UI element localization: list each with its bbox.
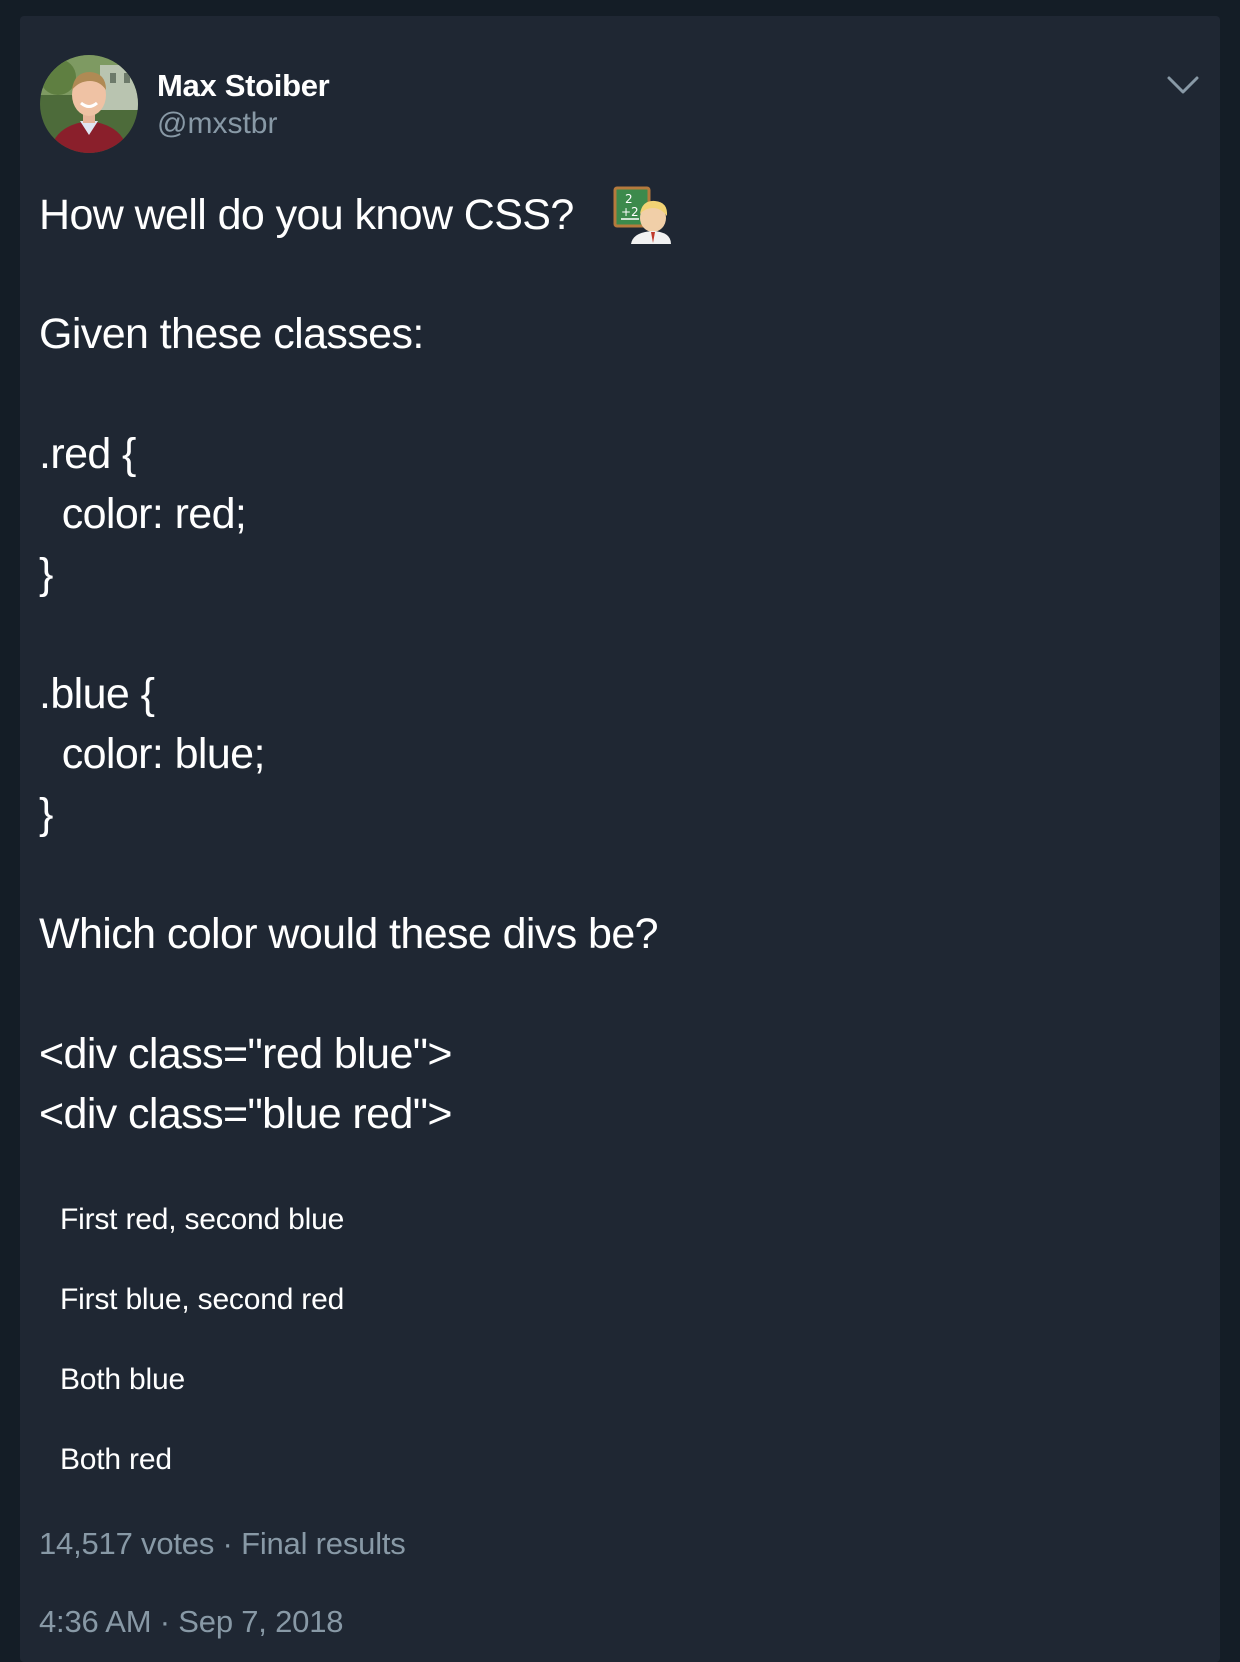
tweet-line: Given these classes: [39,310,424,358]
tweet-line: color: red; [39,490,247,538]
tweet-line: <div class="red blue"> [39,1030,453,1078]
author-display-name[interactable]: Max Stoiber [157,68,330,104]
svg-text:2: 2 [625,192,633,206]
tweet-timestamp[interactable]: 4:36 AM · Sep 7, 2018 [39,1604,344,1640]
timestamp-time: 4:36 AM [39,1604,152,1639]
poll-option[interactable]: Both red [20,1429,1220,1499]
tweet-line: color: blue; [39,730,266,778]
tweet-line: How well do you know CSS? [39,191,574,239]
teacher-emoji-icon: 2 +2 [613,186,671,244]
avatar-image [40,55,138,153]
timestamp-date: Sep 7, 2018 [178,1604,344,1639]
svg-text:+2: +2 [621,205,639,219]
poll-option-label: First blue, second red [60,1283,345,1316]
poll-votes-count: 14,517 votes [39,1526,215,1561]
poll-option-label: Both red [60,1443,172,1476]
poll-summary: 14,517 votes · Final results [39,1526,406,1561]
poll-option[interactable]: Both blue [20,1349,1220,1419]
tweet-line: <div class="blue red"> [39,1090,453,1138]
poll-option-label: Both blue [60,1363,185,1396]
tweet-line: .red { [39,430,136,478]
poll-option[interactable]: First blue, second red [20,1269,1220,1339]
tweet-card: Max Stoiber @mxstbr How well do you know… [20,16,1220,1662]
tweet-line: } [39,550,53,598]
poll-status: Final results [241,1526,406,1561]
poll-option[interactable]: First red, second blue [20,1189,1220,1259]
tweet-line: .blue { [39,670,155,718]
poll-option-label: First red, second blue [60,1203,345,1236]
chevron-down-icon[interactable] [1163,64,1203,104]
author-handle[interactable]: @mxstbr [157,107,277,141]
tweet-line: Which color would these divs be? [39,910,659,958]
avatar[interactable] [40,55,138,153]
tweet-line: } [39,790,53,838]
